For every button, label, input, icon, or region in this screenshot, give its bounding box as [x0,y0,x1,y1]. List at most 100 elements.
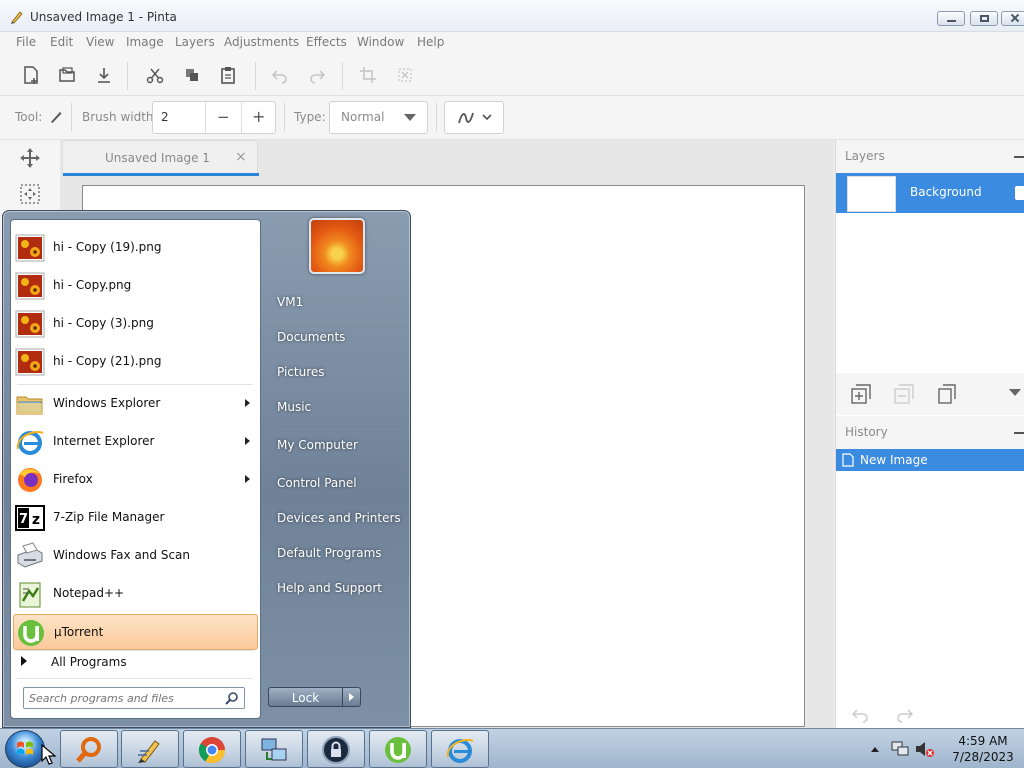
program-firefox[interactable]: Firefox [13,462,258,498]
antialiasing-curve-icon [458,112,474,124]
start-right-help-and-support[interactable]: Help and Support [265,573,409,603]
start-search-box [23,687,245,709]
toolbar-separator [436,103,437,131]
layer-visibility-checkbox[interactable] [1015,186,1024,200]
move-selection-icon[interactable] [18,182,42,206]
duplicate-layer-icon[interactable] [936,383,958,405]
start-button[interactable] [5,730,45,768]
shutdown-options-button[interactable] [343,687,361,707]
collapse-history-button[interactable] [1014,432,1024,434]
user-account-picture[interactable] [309,218,365,274]
svg-text:7: 7 [19,512,28,527]
clock-time[interactable]: 4:59 AM [948,734,1018,748]
paste-icon[interactable] [217,64,239,86]
recent-file-item[interactable]: hi - Copy (21).png [13,344,258,380]
clock-date[interactable]: 7/28/2023 [948,750,1018,764]
layer-menu-chevron-icon[interactable] [1009,389,1021,397]
7zip-icon: 7z [15,505,45,531]
antialiasing-dropdown[interactable] [444,101,504,134]
start-right-control-panel[interactable]: Control Panel [265,468,409,498]
decrease-width-button[interactable]: − [217,108,230,126]
program-windows-explorer[interactable]: Windows Explorer [13,386,258,422]
start-right-my-computer[interactable]: My Computer [265,430,409,460]
program-label: 7-Zip File Manager [53,510,165,524]
program-notepad-plus-plus[interactable]: Notepad++ [13,576,258,612]
search-icon[interactable] [225,691,239,705]
program-internet-explorer[interactable]: Internet Explorer [13,424,258,460]
move-selected-icon[interactable] [18,146,42,170]
lock-app-icon [322,736,350,764]
start-menu-separator [17,384,253,385]
copy-icon[interactable] [181,64,203,86]
taskbar-utorrent[interactable] [369,730,427,768]
history-panel-header: History [836,416,1024,449]
deselect-icon[interactable] [394,64,416,86]
history-undo-icon[interactable] [851,708,871,724]
menu-view[interactable]: View [86,35,114,49]
history-item[interactable]: New Image [836,449,1024,471]
network-status-icon[interactable] [890,740,910,758]
open-icon[interactable] [56,64,78,86]
menu-window[interactable]: Window [357,35,404,49]
start-right-documents[interactable]: Documents [265,322,409,352]
close-button[interactable] [1001,11,1024,26]
taskbar-chrome[interactable] [183,730,241,768]
start-menu: hi - Copy (19).png hi - Copy.png hi - Co… [2,210,411,728]
menu-effects[interactable]: Effects [306,35,347,49]
close-tab-icon[interactable]: × [235,149,247,165]
type-dropdown[interactable]: Normal [329,101,428,134]
lock-button[interactable]: Lock [268,687,343,707]
maximize-button[interactable] [970,11,998,26]
taskbar-network-app[interactable] [245,730,303,768]
layer-row-background[interactable]: Background [836,173,1024,213]
window-titlebar: Unsaved Image 1 - Pinta [0,0,1024,32]
taskbar-lock-app[interactable] [307,730,365,768]
start-right-default-programs[interactable]: Default Programs [265,538,409,568]
recent-file-item[interactable]: hi - Copy (3).png [13,306,258,342]
program-utorrent[interactable]: µTorrent [13,614,258,650]
minimize-button[interactable] [937,11,965,26]
crop-icon[interactable] [357,64,379,86]
add-layer-icon[interactable] [850,383,872,405]
type-label: Type: [294,110,326,124]
paintbrush-icon[interactable] [48,109,64,125]
history-redo-icon[interactable] [894,708,914,724]
delete-layer-icon[interactable] [893,383,915,405]
save-icon[interactable] [93,64,115,86]
program-windows-fax-and-scan[interactable]: Windows Fax and Scan [13,538,258,574]
document-tab[interactable]: Unsaved Image 1 × [62,140,259,176]
recent-file-item[interactable]: hi - Copy (19).png [13,230,258,266]
history-buttons-bar [836,700,1024,730]
start-right-pictures[interactable]: Pictures [265,357,409,387]
menu-layers[interactable]: Layers [175,35,215,49]
program-label: µTorrent [54,625,104,639]
all-programs-item[interactable]: All Programs [13,648,258,676]
increase-width-button[interactable]: + [252,107,265,126]
system-tray: 4:59 AM 7/28/2023 [860,729,1024,768]
start-right-devices-and-printers[interactable]: Devices and Printers [265,503,409,533]
program-7zip[interactable]: 7z 7-Zip File Manager [13,500,258,536]
submenu-arrow-icon [245,437,250,445]
cut-icon[interactable] [144,64,166,86]
volume-muted-icon[interactable] [914,740,936,758]
start-right-separator [277,426,399,427]
menu-image[interactable]: Image [126,35,164,49]
show-hidden-icons-icon[interactable] [870,745,880,753]
menu-edit[interactable]: Edit [50,35,73,49]
menu-help[interactable]: Help [417,35,444,49]
brush-width-value[interactable]: 2 [161,110,169,124]
program-label: Internet Explorer [53,434,155,448]
menu-adjustments[interactable]: Adjustments [224,35,299,49]
menu-file[interactable]: File [16,35,36,49]
undo-icon[interactable] [269,64,291,86]
start-right-music[interactable]: Music [265,392,409,422]
new-image-icon[interactable] [20,64,42,86]
start-right-vm1[interactable]: VM1 [265,287,409,317]
redo-icon[interactable] [306,64,328,86]
start-search-input[interactable] [29,690,219,706]
taskbar-search-app[interactable] [60,730,118,768]
collapse-layers-button[interactable] [1014,156,1024,158]
taskbar-pinta[interactable] [121,730,179,768]
recent-file-item[interactable]: hi - Copy.png [13,268,258,304]
taskbar-internet-explorer[interactable] [431,730,489,768]
